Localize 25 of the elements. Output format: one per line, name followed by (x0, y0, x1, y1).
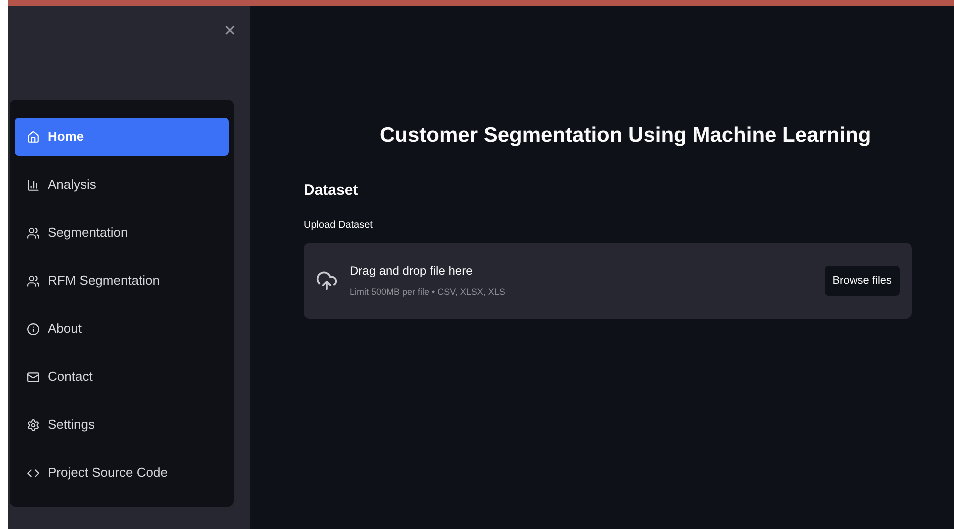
nav-item[interactable]: Contact (15, 358, 229, 396)
field-label: Upload Dataset (304, 219, 374, 233)
settings-icon (27, 418, 40, 432)
browse-files-button[interactable]: Browse files (824, 266, 900, 296)
home-icon (27, 130, 40, 144)
nav-item[interactable]: Segmentation (15, 214, 229, 252)
upload-cloud-icon (316, 270, 338, 292)
nav-item[interactable]: About (15, 310, 229, 348)
dropzone-prompt: Drag and drop file here (350, 263, 474, 280)
nav-item[interactable]: Analysis (15, 166, 229, 204)
code-icon (27, 466, 40, 480)
nav-item[interactable]: Project Source Code (15, 454, 229, 492)
section-heading: Dataset (304, 180, 360, 200)
mail-icon (27, 370, 40, 384)
dropzone-limit: Limit 500MB per file • CSV, XLSX, XLS (350, 286, 506, 300)
close-button[interactable]: × (224, 20, 236, 42)
nav-item[interactable]: RFM Segmentation (15, 262, 229, 300)
file-dropzone[interactable]: Drag and drop file here Limit 500MB per file • CSV, XLSX, XLS Browse files (304, 243, 912, 319)
nav-item[interactable]: Settings (15, 406, 229, 444)
people-icon (27, 226, 40, 240)
bar-chart-icon (27, 178, 40, 192)
info-icon (27, 322, 40, 336)
nav-item[interactable]: Home (15, 118, 229, 156)
people-icon (27, 274, 40, 288)
page-title: Customer Segmentation Using Machine Learning (380, 123, 872, 149)
